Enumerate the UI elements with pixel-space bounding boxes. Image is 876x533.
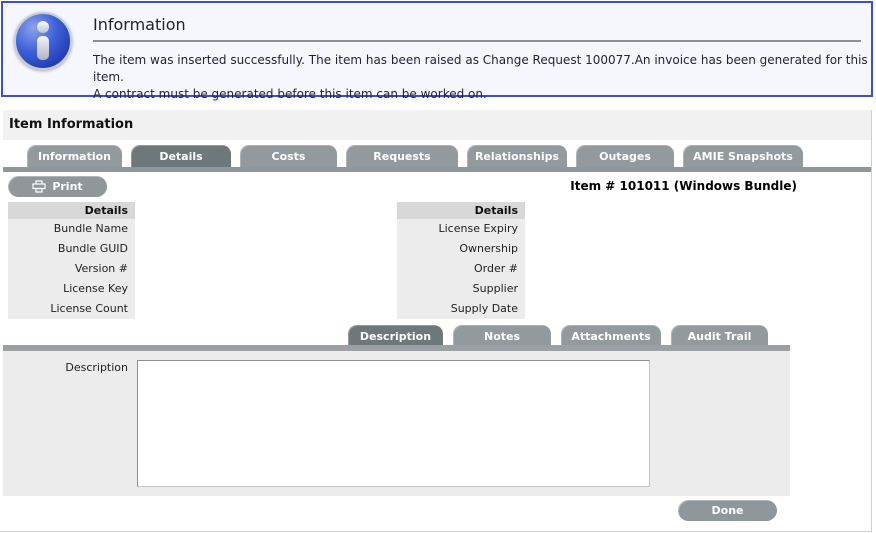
tab-costs[interactable]: Costs — [240, 145, 337, 167]
description-textarea[interactable] — [137, 360, 650, 487]
tab-amie-snapshots[interactable]: AMIE Snapshots — [683, 145, 803, 167]
field-label-supply-date: Supply Date — [397, 299, 525, 319]
field-label-version: Version # — [8, 259, 135, 279]
section-right-border — [871, 110, 872, 531]
tab-information[interactable]: Information — [27, 145, 122, 167]
item-title: Item # 101011 (Windows Bundle) — [570, 179, 797, 193]
info-title-divider — [93, 40, 861, 42]
details-left-header: Details — [8, 202, 135, 219]
description-label: Description — [65, 361, 128, 374]
info-icon-dot — [37, 21, 49, 33]
section-bottom-border — [0, 531, 872, 532]
info-icon-stem — [37, 36, 49, 60]
field-label-bundle-name: Bundle Name — [8, 219, 135, 239]
tab-outages[interactable]: Outages — [576, 145, 674, 167]
field-label-order: Order # — [397, 259, 525, 279]
tab-details[interactable]: Details — [131, 145, 231, 167]
done-button-label: Done — [711, 504, 744, 517]
field-label-license-count: License Count — [8, 299, 135, 319]
info-message-line: A contract must be generated before this… — [93, 87, 487, 101]
tab-audit-trail[interactable]: Audit Trail — [671, 325, 768, 347]
tab-requests[interactable]: Requests — [346, 145, 458, 167]
field-label-license-expiry: License Expiry — [397, 219, 525, 239]
details-table-right: Details License Expiry Ownership Order #… — [397, 202, 525, 319]
field-label-license-key: License Key — [8, 279, 135, 299]
tab-description[interactable]: Description — [348, 325, 443, 347]
info-message: The item was inserted successfully. The … — [93, 52, 871, 103]
info-title: Information — [93, 15, 186, 34]
done-button[interactable]: Done — [678, 500, 777, 521]
info-message-line: The item was inserted successfully. The … — [93, 53, 868, 84]
tab-attachments[interactable]: Attachments — [561, 325, 661, 347]
section-heading: Item Information — [3, 110, 871, 140]
tab-notes[interactable]: Notes — [453, 325, 551, 347]
details-table-left: Details Bundle Name Bundle GUID Version … — [8, 202, 135, 319]
field-label-supplier: Supplier — [397, 279, 525, 299]
print-button[interactable]: Print — [8, 176, 107, 197]
main-tab-underline — [3, 167, 871, 172]
info-message-panel: Information The item was inserted succes… — [1, 1, 873, 101]
info-icon — [14, 12, 72, 70]
printer-icon — [32, 180, 46, 193]
main-tab-bar: Information Details Costs Requests Relat… — [27, 145, 803, 167]
sub-tab-bar: Description Notes Attachments Audit Trai… — [348, 325, 768, 347]
print-button-label: Print — [52, 180, 83, 193]
field-label-bundle-guid: Bundle GUID — [8, 239, 135, 259]
tab-relationships[interactable]: Relationships — [467, 145, 567, 167]
details-right-header: Details — [397, 202, 525, 219]
field-label-ownership: Ownership — [397, 239, 525, 259]
